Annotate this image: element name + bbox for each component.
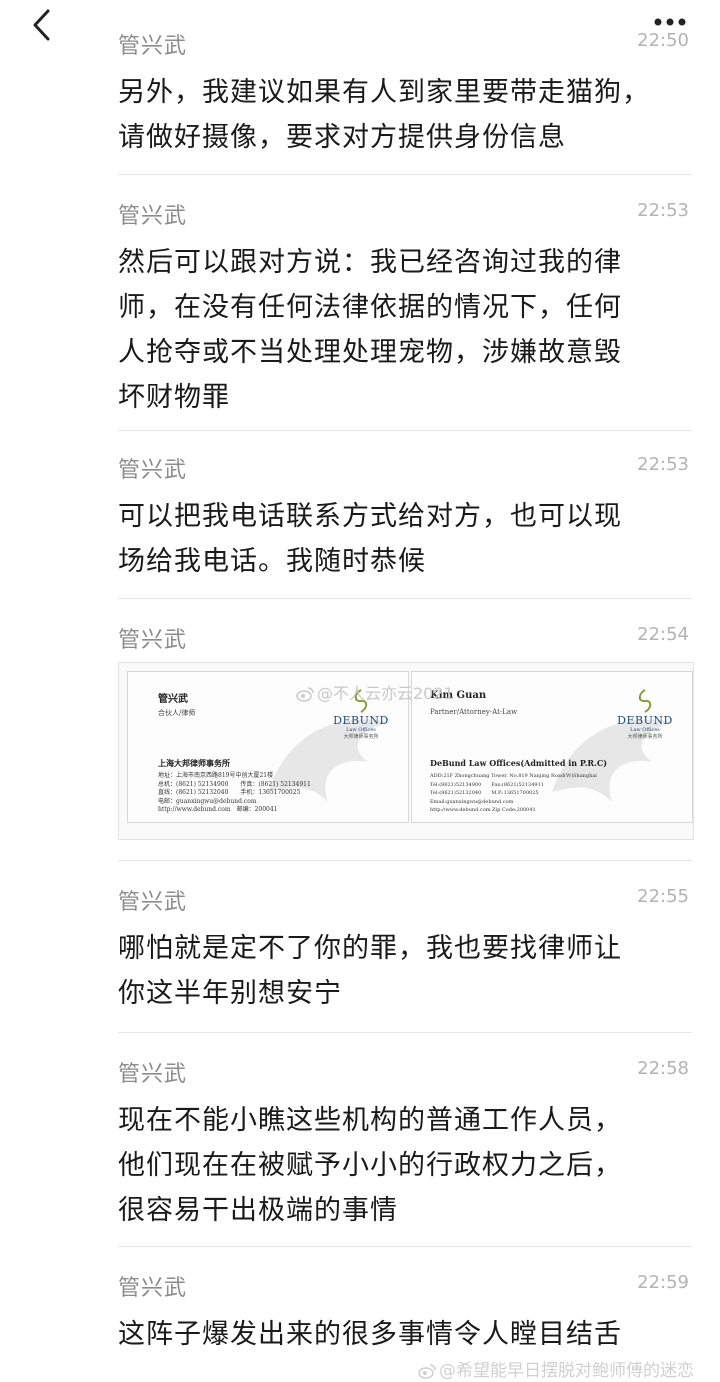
sender-name: 管兴武: [118, 458, 188, 483]
logo-brand: DEBUND: [333, 714, 389, 727]
chat-message[interactable]: 管兴武 22:53 可以把我电话联系方式给对方，也可以现 场给我电话。我随时恭候: [118, 452, 692, 582]
card-line: Tel:(8621)52134900 Fax:(8621)52134911: [430, 781, 544, 788]
message-text: 这阵子爆发出来的很多事情令人瞠目结舌: [118, 1312, 692, 1357]
divider: [118, 860, 692, 861]
chevron-left-icon[interactable]: [30, 8, 58, 42]
sender-name: 管兴武: [118, 628, 188, 653]
message-line: 场给我电话。我随时恭候: [118, 546, 426, 577]
weibo-watermark: @不人云亦云2021: [296, 680, 454, 704]
card-line: 总机：(8621) 52134900 传真：(8621) 52134911: [158, 780, 311, 788]
logo-subtitle-cn: 大邦律师事务所: [627, 734, 663, 740]
watermark-text: @不人云亦云2021: [317, 684, 454, 703]
message-line: 很容易干出极端的事情: [118, 1195, 398, 1226]
weibo-icon: [296, 687, 314, 702]
sender-name: 管兴武: [118, 1276, 188, 1301]
divider: [118, 1246, 692, 1247]
message-time: 22:54: [637, 624, 689, 645]
card-name: 管兴武: [158, 694, 188, 705]
card-line: 地址：上海市南京西路819号中创大厦21楼: [158, 772, 274, 779]
message-text: 可以把我电话联系方式给对方，也可以现 场给我电话。我随时恭候: [118, 494, 692, 584]
message-line: 师，在没有任何法律依据的情况下，任何: [118, 292, 622, 323]
logo-mark-icon: [638, 689, 652, 713]
logo-brand: DEBUND: [617, 714, 673, 727]
logo-subtitle-cn: 大邦律师事务所: [343, 734, 379, 740]
message-text: 哪怕就是定不了你的罪，我也要找律师让 你这半年别想安宁: [118, 926, 692, 1016]
message-line: 人抢夺或不当处理处理宠物，涉嫌故意毁: [118, 337, 622, 368]
chat-message[interactable]: 管兴武 22:55 哪怕就是定不了你的罪，我也要找律师让 你这半年别想安宁: [118, 884, 692, 1014]
sender-name: 管兴武: [118, 204, 188, 229]
chat-message[interactable]: 管兴武 22:58 现在不能小瞧这些机构的普通工作人员， 他们现在在被赋予小小的…: [118, 1056, 692, 1231]
card-firm: DeBund Law Offices(Admitted in P.R.C): [430, 758, 607, 768]
message-line: 请做好摄像，要求对方提供身份信息: [118, 122, 566, 153]
card-title: 合伙人/律师: [158, 709, 196, 717]
divider: [118, 174, 692, 175]
chat-message[interactable]: 管兴武 22:50 另外，我建议如果有人到家里要带走猫狗， 请做好摄像，要求对方…: [118, 28, 692, 158]
message-time: 22:53: [637, 454, 689, 475]
message-line: 这阵子爆发出来的很多事情令人瞠目结舌: [118, 1319, 622, 1350]
card-line: 直线：(8621) 52132040 手机：13651700025: [158, 789, 301, 796]
sender-name: 管兴武: [118, 1062, 188, 1087]
sender-name: 管兴武: [118, 34, 188, 59]
message-line: 坏财物罪: [118, 382, 230, 413]
message-time: 22:53: [637, 200, 689, 221]
divider: [118, 1032, 692, 1033]
message-time: 22:50: [637, 30, 689, 51]
divider: [118, 430, 692, 431]
chat-message[interactable]: 管兴武 22:53 然后可以跟对方说：我已经咨询过我的律 师，在没有任何法律依据…: [118, 198, 692, 418]
message-line: 另外，我建议如果有人到家里要带走猫狗，: [118, 77, 650, 108]
message-line: 哪怕就是定不了你的罪，我也要找律师让: [118, 933, 622, 964]
card-line: http://www.debund.com 邮编：200041: [158, 806, 278, 813]
sender-name: 管兴武: [118, 890, 188, 915]
card-line: 电邮：guanxingwu@debund.com: [158, 797, 257, 805]
message-line: 然后可以跟对方说：我已经咨询过我的律: [118, 247, 622, 278]
divider: [118, 598, 692, 599]
message-text: 然后可以跟对方说：我已经咨询过我的律 师，在没有任何法律依据的情况下，任何 人抢…: [118, 240, 692, 420]
card-line: http://www.debund.com Zip Code:200041: [430, 807, 536, 813]
message-text: 现在不能小瞧这些机构的普通工作人员， 他们现在在被赋予小小的行政权力之后， 很容…: [118, 1098, 692, 1233]
card-details: 地址：上海市南京西路819号中创大厦21楼 总机：(8621) 52134900…: [158, 772, 311, 815]
card-details: ADD:21F Zhongchuang Tower, No.819 Nanjin…: [430, 772, 597, 815]
message-line: 可以把我电话联系方式给对方，也可以现: [118, 501, 622, 532]
debund-logo: DEBUND Law Offices 大邦律师事务所: [610, 688, 680, 740]
message-line: 现在不能小瞧这些机构的普通工作人员，: [118, 1105, 622, 1136]
watermark-text: @希望能早日摆脱对鲍师傅的迷恋: [439, 1361, 694, 1381]
message-text: 另外，我建议如果有人到家里要带走猫狗， 请做好摄像，要求对方提供身份信息: [118, 70, 692, 160]
card-title: Partner/Attorney-At-Law: [430, 708, 518, 716]
card-line: ADD:21F Zhongchuang Tower, No.819 Nanjin…: [430, 773, 597, 779]
weibo-icon: [418, 1364, 436, 1379]
card-line: Email:guanxingwu@debund.com: [430, 798, 514, 805]
card-firm: 上海大邦律师事务所: [158, 758, 230, 768]
message-time: 22:58: [637, 1058, 689, 1079]
message-time: 22:55: [637, 886, 689, 907]
message-time: 22:59: [637, 1272, 689, 1293]
message-line: 他们现在在被赋予小小的行政权力之后，: [118, 1150, 622, 1181]
message-line: 你这半年别想安宁: [118, 978, 342, 1009]
weibo-watermark-bottom: @希望能早日摆脱对鲍师傅的迷恋: [418, 1356, 694, 1381]
chat-message[interactable]: 管兴武 22:59 这阵子爆发出来的很多事情令人瞠目结舌: [118, 1270, 692, 1370]
chat-message[interactable]: 管兴武 22:54 管兴武 合伙人/律师 DEBUND Law Offices …: [118, 622, 694, 842]
card-line: Tel:(8621)52132040 M.P.:13651700025: [430, 790, 539, 796]
